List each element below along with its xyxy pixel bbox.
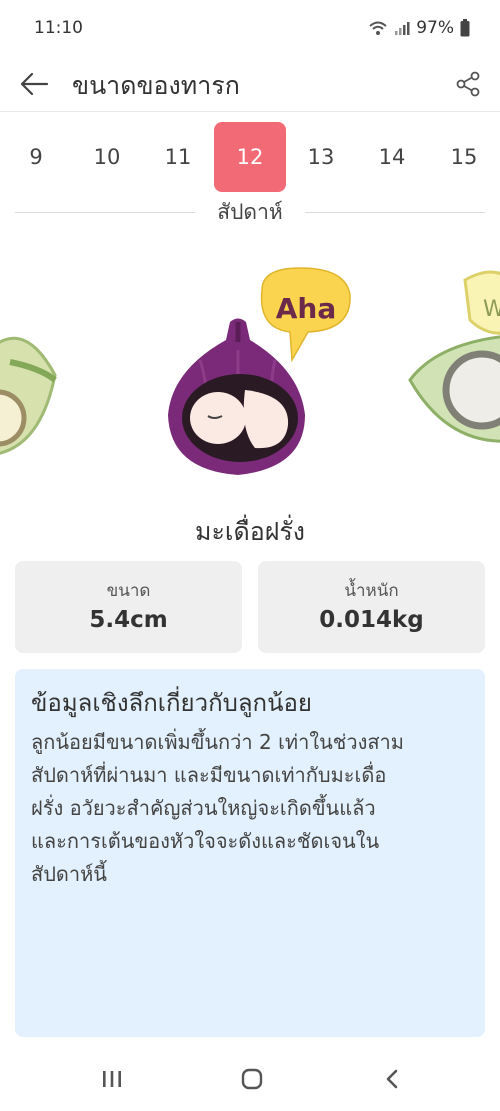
weight-card: น้ำหนัก 0.014kg [258,561,485,653]
recent-apps-button[interactable] [92,1063,132,1095]
fruit-carousel[interactable]: W Aha [0,250,500,500]
size-card: ขนาด 5.4cm [15,561,242,653]
status-icons: 97% [368,18,470,38]
back-arrow-icon [20,72,49,96]
insight-line: สัปดาห์ที่ผ่านมา และมีขนาดเท่ากับมะเดื่อ [31,763,387,787]
week-item[interactable]: 13 [285,122,357,192]
app-bar: ขนาดของทารก [0,56,500,112]
home-button[interactable] [232,1063,272,1095]
battery-icon [460,19,470,37]
week-selector: 9 10 11 12 13 14 15 [0,118,500,198]
page-title: ขนาดของทารก [72,71,240,100]
insight-title: ข้อมูลเชิงลึกเกี่ยวกับลูกน้อย [31,689,312,717]
signal-icon [395,22,410,35]
insight-body: ลูกน้อยมีขนาดเพิ่มขึ้นกว่า 2 เท่าในช่วงส… [31,726,469,891]
next-fruit-image: W [408,270,500,443]
fruit-illustration: W Aha [0,267,500,475]
week-item[interactable]: 14 [356,122,428,192]
back-nav-button[interactable] [372,1063,412,1095]
share-button[interactable] [452,68,484,100]
insight-line: สัปดาห์นี้ [31,862,107,886]
side-bubble-text: W [483,297,500,322]
week-item[interactable]: 15 [428,122,500,192]
insight-card: ข้อมูลเชิงลึกเกี่ยวกับลูกน้อย ลูกน้อยมีข… [15,669,485,1037]
insight-line: ลูกน้อยมีขนาดเพิ่มขึ้นกว่า 2 เท่าในช่วงส… [31,730,404,754]
weight-value: 0.014kg [319,607,424,633]
share-icon [456,71,480,97]
size-label: ขนาด [106,581,151,601]
wifi-icon [369,21,387,35]
week-caption: สัปดาห์ [217,200,283,224]
battery-level: 97% [416,18,454,38]
weight-label: น้ำหนัก [344,581,399,601]
previous-fruit-image [0,336,57,455]
aha-speech-bubble: Aha [260,267,351,363]
back-button[interactable] [18,68,50,100]
back-nav-icon [386,1069,398,1089]
insight-line: ฝรั่ง อวัยวะสำคัญส่วนใหญ่จะเกิดขึ้นแล้ว [31,796,376,820]
home-icon [241,1068,263,1090]
fruit-name: มะเดื่อฝรั่ง [195,517,305,546]
fig-baby-image [168,318,305,475]
status-time: 11:10 [34,18,83,38]
week-item[interactable]: 11 [142,122,214,192]
recent-apps-icon [103,1071,121,1087]
week-item-selected[interactable]: 12 [214,122,286,192]
size-value: 5.4cm [89,607,168,633]
bubble-text: Aha [276,292,337,325]
week-item[interactable]: 10 [71,122,143,192]
week-item[interactable]: 9 [0,122,72,192]
system-nav-bar [0,1047,500,1111]
status-bar: 11:10 97% [0,0,500,56]
insight-line: และการเต้นของหัวใจจะดังและชัดเจนใน [31,829,380,853]
